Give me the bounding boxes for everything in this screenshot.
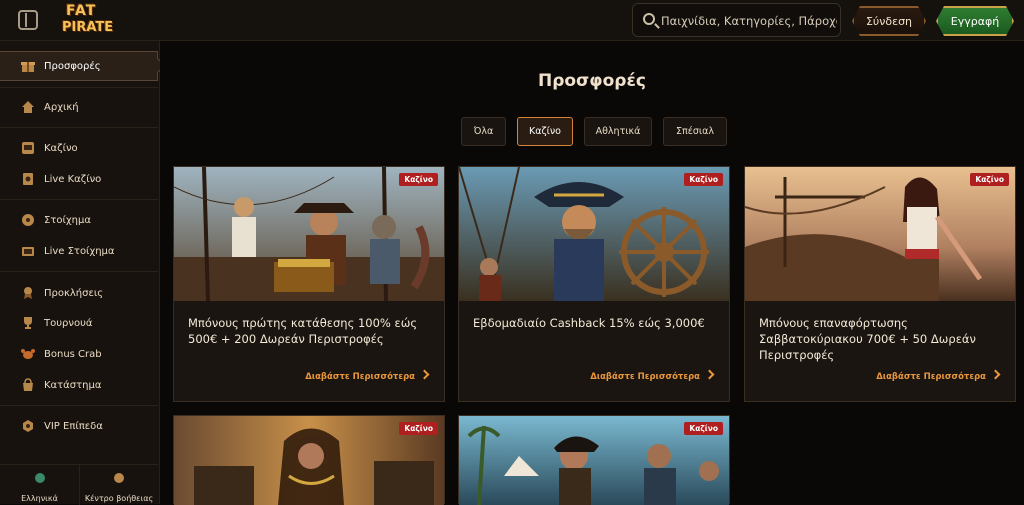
category-badge: Καζίνο	[970, 173, 1009, 186]
help-label: Κέντρο βοήθειας	[84, 494, 154, 503]
category-badge: Καζίνο	[684, 422, 723, 435]
top-bar: FAT PIRATE Σύνδεση Εγγραφή	[0, 0, 1024, 41]
promo-image-pirate-captain-wheel	[459, 167, 729, 301]
search-box[interactable]	[632, 3, 841, 37]
sidebar-item-live-casino[interactable]: Live Καζίνο	[0, 164, 158, 194]
sidebar-item-promotions[interactable]: Προσφορές	[0, 51, 158, 81]
sidebar: Προσφορές Αρχική Καζίνο Live Καζίνο Στοί…	[0, 41, 160, 505]
shop-icon	[21, 378, 35, 392]
promo-title: Εβδομαδιαίο Cashback 15% εώς 3,000€	[473, 316, 705, 330]
promo-card[interactable]: Καζίνο	[173, 415, 445, 505]
globe-icon	[34, 473, 45, 483]
category-badge: Καζίνο	[399, 422, 438, 435]
logo-line-2: PIRATE	[62, 20, 114, 35]
category-badge: Καζίνο	[399, 173, 438, 186]
filter-special[interactable]: Σπέσιαλ	[663, 117, 727, 146]
read-more-link[interactable]: Διαβάστε Περισσότερα	[590, 372, 713, 382]
sidebar-item-bonus-crab[interactable]: Bonus Crab	[0, 339, 158, 369]
crab-icon	[21, 347, 35, 361]
sports-icon	[21, 213, 35, 227]
live-sports-icon	[21, 244, 35, 258]
promo-image-pirate-ship-party	[174, 167, 444, 301]
divider	[0, 87, 158, 88]
filter-sports[interactable]: Αθλητικά	[584, 117, 652, 146]
logo[interactable]: FAT PIRATE	[60, 3, 116, 37]
promo-card[interactable]: Καζίνο Εβδομαδιαίο Cashback 15% εώς 3,00…	[458, 166, 730, 402]
sidebar-item-label: Προσφορές	[44, 60, 101, 72]
promo-title: Μπόνους επαναφόρτωσης Σαββατοκύριακου 70…	[759, 316, 976, 362]
gift-icon	[21, 59, 35, 73]
divider	[0, 405, 158, 406]
home-icon	[21, 100, 35, 114]
read-more-link[interactable]: Διαβάστε Περισσότερα	[305, 372, 428, 382]
divider	[0, 199, 158, 200]
language-selector[interactable]: Ελληνικά	[0, 465, 79, 505]
filter-all[interactable]: Όλα	[461, 117, 506, 146]
search-input[interactable]	[661, 12, 837, 30]
page-title: Προσφορές	[537, 71, 646, 91]
sidebar-item-home[interactable]: Αρχική	[0, 92, 158, 122]
help-center-link[interactable]: Κέντρο βοήθειας	[79, 465, 158, 505]
trophy-icon	[21, 316, 35, 330]
sidebar-item-label: Προκλήσεις	[44, 287, 104, 299]
live-casino-icon	[21, 172, 35, 186]
sidebar-item-label: Τουρνουά	[44, 317, 93, 329]
help-icon	[114, 473, 124, 483]
main-content: Προσφορές Όλα Καζίνο Αθλητικά Σπέσιαλ Κα…	[160, 41, 1024, 505]
promo-card[interactable]: Καζίνο Μπόνους επαναφόρτωσης Σαββατοκύρι…	[744, 166, 1016, 402]
sidebar-toggle-icon[interactable]	[18, 10, 38, 30]
sidebar-item-label: Live Στοίχημα	[44, 245, 115, 257]
sidebar-item-live-sports[interactable]: Live Στοίχημα	[0, 236, 158, 266]
casino-icon	[21, 141, 35, 155]
sidebar-footer: Ελληνικά Κέντρο βοήθειας	[0, 464, 158, 505]
promo-card[interactable]: Καζίνο Μπόνους πρώτης κατάθεσης 100% εώς…	[173, 166, 445, 402]
category-badge: Καζίνο	[684, 173, 723, 186]
sidebar-item-label: Κατάστημα	[44, 379, 102, 391]
login-button[interactable]: Σύνδεση	[852, 6, 926, 36]
read-more-link[interactable]: Διαβάστε Περισσότερα	[876, 372, 999, 382]
promo-title: Μπόνους πρώτης κατάθεσης 100% εώς 500€ +…	[188, 316, 418, 346]
promo-card[interactable]: Καζίνο	[458, 415, 730, 505]
logo-line-1: FAT	[66, 3, 97, 19]
sidebar-item-casino[interactable]: Καζίνο	[0, 133, 158, 163]
challenges-icon	[21, 286, 35, 300]
vip-icon	[21, 419, 35, 433]
sidebar-item-vip[interactable]: VIP Επίπεδα	[0, 411, 158, 441]
sidebar-item-label: Αρχική	[44, 101, 79, 113]
sidebar-item-label: VIP Επίπεδα	[44, 420, 103, 432]
search-icon	[643, 13, 655, 25]
sidebar-item-label: Καζίνο	[44, 142, 78, 154]
sidebar-item-label: Στοίχημα	[44, 214, 91, 226]
sidebar-item-label: Bonus Crab	[44, 348, 102, 360]
sidebar-item-sports[interactable]: Στοίχημα	[0, 205, 158, 235]
register-button[interactable]: Εγγραφή	[936, 6, 1014, 36]
divider	[0, 127, 158, 128]
promo-image-pirate-woman-ship	[745, 167, 1015, 301]
divider	[0, 271, 158, 272]
filter-casino[interactable]: Καζίνο	[517, 117, 573, 146]
sidebar-item-tournaments[interactable]: Τουρνουά	[0, 308, 158, 338]
language-label: Ελληνικά	[21, 494, 58, 503]
sidebar-item-label: Live Καζίνο	[44, 173, 102, 185]
sidebar-item-challenges[interactable]: Προκλήσεις	[0, 278, 158, 308]
sidebar-item-shop[interactable]: Κατάστημα	[0, 370, 158, 400]
